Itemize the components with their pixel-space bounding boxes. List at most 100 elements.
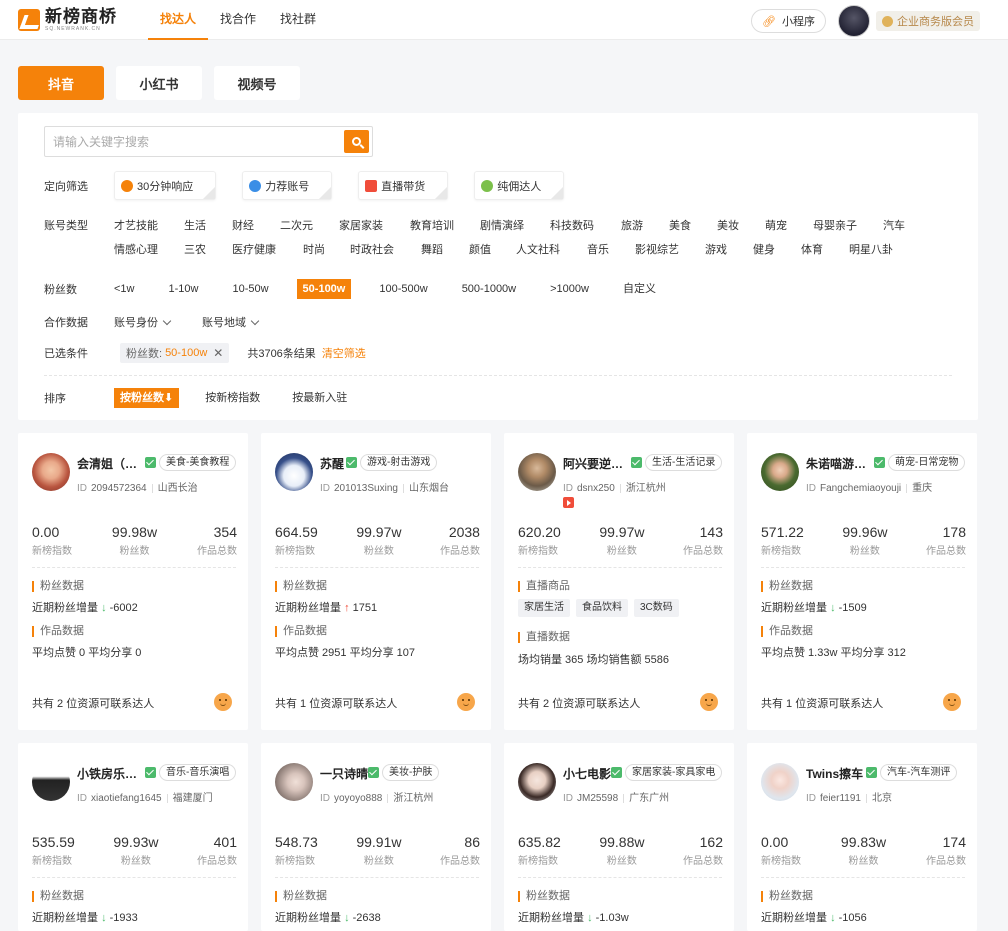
- sort-by-newest[interactable]: 按最新入驻: [286, 388, 353, 408]
- talent-name[interactable]: 朱诺喵游…: [806, 455, 866, 472]
- dropdown-label: 账号地域: [202, 317, 246, 329]
- type-option[interactable]: 舞蹈: [421, 241, 443, 257]
- emoji-face-icon[interactable]: [214, 693, 232, 711]
- type-option[interactable]: 剧情演绎: [480, 217, 524, 233]
- nav-find-community[interactable]: 找社群: [268, 0, 328, 40]
- coop-filter-row: 合作数据 账号身份 账号地域: [44, 314, 290, 330]
- talent-id: ID 2094572364 山西长治: [77, 483, 198, 494]
- fans-option[interactable]: <1w: [108, 279, 141, 299]
- stat-value: 548.73: [275, 834, 318, 850]
- sort-by-fans[interactable]: 按粉丝数⬇: [114, 388, 180, 408]
- type-option[interactable]: 音乐: [587, 241, 609, 257]
- avatar: [518, 453, 556, 491]
- nav-find-cooperation[interactable]: 找合作: [208, 0, 268, 40]
- category-tag: 美妆-护肤: [382, 764, 440, 781]
- talent-card[interactable]: 小七电影 家居家装-家具家电 ID JM25598 广东广州 635.82 新榜指数 …: [504, 743, 734, 931]
- account-region-dropdown[interactable]: 账号地域: [202, 314, 260, 330]
- type-option[interactable]: 才艺技能: [114, 217, 158, 233]
- type-option[interactable]: 游戏: [705, 241, 727, 257]
- type-option[interactable]: 时政社会: [350, 241, 394, 257]
- stat-value: 99.91w: [356, 834, 402, 850]
- fans-option[interactable]: 100-500w: [373, 279, 433, 299]
- talent-card[interactable]: 朱诺喵游… 萌宠-日常宠物 ID Fangchemiaoyouji 重庆 571.2…: [747, 433, 977, 730]
- tab-douyin[interactable]: 抖音: [18, 66, 104, 100]
- emoji-face-icon[interactable]: [700, 693, 718, 711]
- type-option[interactable]: 人文社科: [516, 241, 560, 257]
- type-option[interactable]: 医疗健康: [232, 241, 276, 257]
- type-option[interactable]: 科技数码: [550, 217, 594, 233]
- contact-count: 共有 1 位资源可联系达人: [761, 698, 884, 710]
- stats: 635.82 新榜指数 99.88w 粉丝数 162 作品总数: [518, 834, 723, 867]
- type-option[interactable]: 美食: [669, 217, 691, 233]
- verified-icon: [611, 767, 622, 778]
- talent-name[interactable]: 苏醒: [320, 455, 344, 472]
- type-option[interactable]: 母婴亲子: [813, 217, 857, 233]
- talent-name[interactable]: 阿兴要逆…: [563, 455, 623, 472]
- fans-option-selected[interactable]: 50-100w: [296, 279, 352, 299]
- emoji-face-icon[interactable]: [457, 693, 475, 711]
- logo[interactable]: 新榜商桥 SQ.NEWRANK.CN: [18, 7, 133, 32]
- type-option[interactable]: 汽车: [883, 217, 905, 233]
- clear-filters-link[interactable]: 清空筛选: [322, 345, 366, 361]
- arrow-down-icon: ↓: [344, 912, 350, 924]
- fans-option[interactable]: 1-10w: [163, 279, 205, 299]
- line-label: 近期粉丝增量: [275, 912, 341, 924]
- type-option[interactable]: 萌宠: [765, 217, 787, 233]
- talent-name[interactable]: 小七电影: [563, 765, 611, 782]
- type-option[interactable]: 时尚: [303, 241, 325, 257]
- increment-value: -1056: [838, 912, 867, 924]
- fans-option[interactable]: 10-50w: [226, 279, 274, 299]
- feature-recommended[interactable]: 力荐账号: [242, 171, 333, 200]
- type-option[interactable]: 财经: [232, 217, 254, 233]
- talent-card[interactable]: 苏醒 游戏-射击游戏 ID 201013Suxing 山东烟台 664.59 新榜指数…: [261, 433, 491, 730]
- type-option[interactable]: 家居家装: [339, 217, 383, 233]
- type-option[interactable]: 健身: [753, 241, 775, 257]
- search-button[interactable]: [344, 130, 369, 153]
- fans-option-custom[interactable]: 自定义: [617, 279, 662, 299]
- type-option[interactable]: 影视综艺: [635, 241, 679, 257]
- tab-xiaohongshu[interactable]: 小红书: [116, 66, 202, 100]
- feature-commission-only[interactable]: 纯佣达人: [474, 171, 565, 200]
- emoji-face-icon[interactable]: [943, 693, 961, 711]
- divider: [275, 567, 479, 568]
- type-option[interactable]: 教育培训: [410, 217, 454, 233]
- account-identity-dropdown[interactable]: 账号身份: [114, 314, 172, 330]
- fans-increment: 近期粉丝增量 ↑ 1751: [275, 599, 377, 615]
- talent-card[interactable]: 一只诗晴 美妆-护肤 ID yoyoyo888 浙江杭州 548.73 新榜指数 99…: [261, 743, 491, 931]
- type-option[interactable]: 生活: [184, 217, 206, 233]
- vip-badge[interactable]: 企业商务版会员: [876, 11, 980, 31]
- type-option[interactable]: 旅游: [621, 217, 643, 233]
- arrow-down-icon: ↓: [587, 912, 593, 924]
- type-option[interactable]: 明星八卦: [849, 241, 893, 257]
- type-option[interactable]: 颜值: [469, 241, 491, 257]
- talent-name[interactable]: 小铁房乐…: [77, 765, 137, 782]
- feature-fast-response[interactable]: 30分钟响应: [114, 171, 217, 200]
- section-title: 粉丝数据: [761, 891, 813, 902]
- close-icon[interactable]: ✕: [213, 346, 223, 360]
- type-option[interactable]: 二次元: [280, 217, 313, 233]
- arrow-down-icon: ↓: [830, 602, 836, 614]
- tab-shipinhao[interactable]: 视频号: [214, 66, 300, 100]
- talent-card[interactable]: Twins擦车 汽车-汽车测评 ID feier1191 北京 0.00 新榜指数 9…: [747, 743, 977, 931]
- category-tag: 汽车-汽车测评: [880, 764, 958, 781]
- talent-name[interactable]: 一只诗晴: [320, 765, 368, 782]
- fans-option[interactable]: 500-1000w: [456, 279, 522, 299]
- search-input[interactable]: [45, 127, 335, 156]
- talent-name[interactable]: 会清姐（…: [77, 455, 137, 472]
- type-option[interactable]: 三农: [184, 241, 206, 257]
- talent-card[interactable]: 小铁房乐… 音乐-音乐演唱 ID xiaotiefang1645 福建厦门 535.…: [18, 743, 248, 931]
- fans-option[interactable]: >1000w: [544, 279, 595, 299]
- sort-by-index[interactable]: 按新榜指数: [199, 388, 266, 408]
- talent-name[interactable]: Twins擦车: [806, 765, 863, 782]
- nav-find-talent[interactable]: 找达人: [148, 0, 209, 40]
- user-avatar[interactable]: [838, 5, 870, 37]
- feature-label: 直播带货: [381, 180, 426, 193]
- type-option[interactable]: 美妆: [717, 217, 739, 233]
- mini-program-button[interactable]: 🔗︎ 小程序: [751, 9, 826, 33]
- fans-increment: 近期粉丝增量 ↓ -1056: [761, 909, 867, 925]
- talent-card[interactable]: 会清姐（… 美食-美食教程 ID 2094572364 山西长治 0.00 新榜指数 …: [18, 433, 248, 730]
- talent-card[interactable]: 阿兴要逆… 生活-生活记录 ID dsnx250 浙江杭州 620.20 新榜指数 9…: [504, 433, 734, 730]
- type-option[interactable]: 体育: [801, 241, 823, 257]
- feature-live-commerce[interactable]: 直播带货: [358, 171, 449, 200]
- type-option[interactable]: 情感心理: [114, 241, 158, 257]
